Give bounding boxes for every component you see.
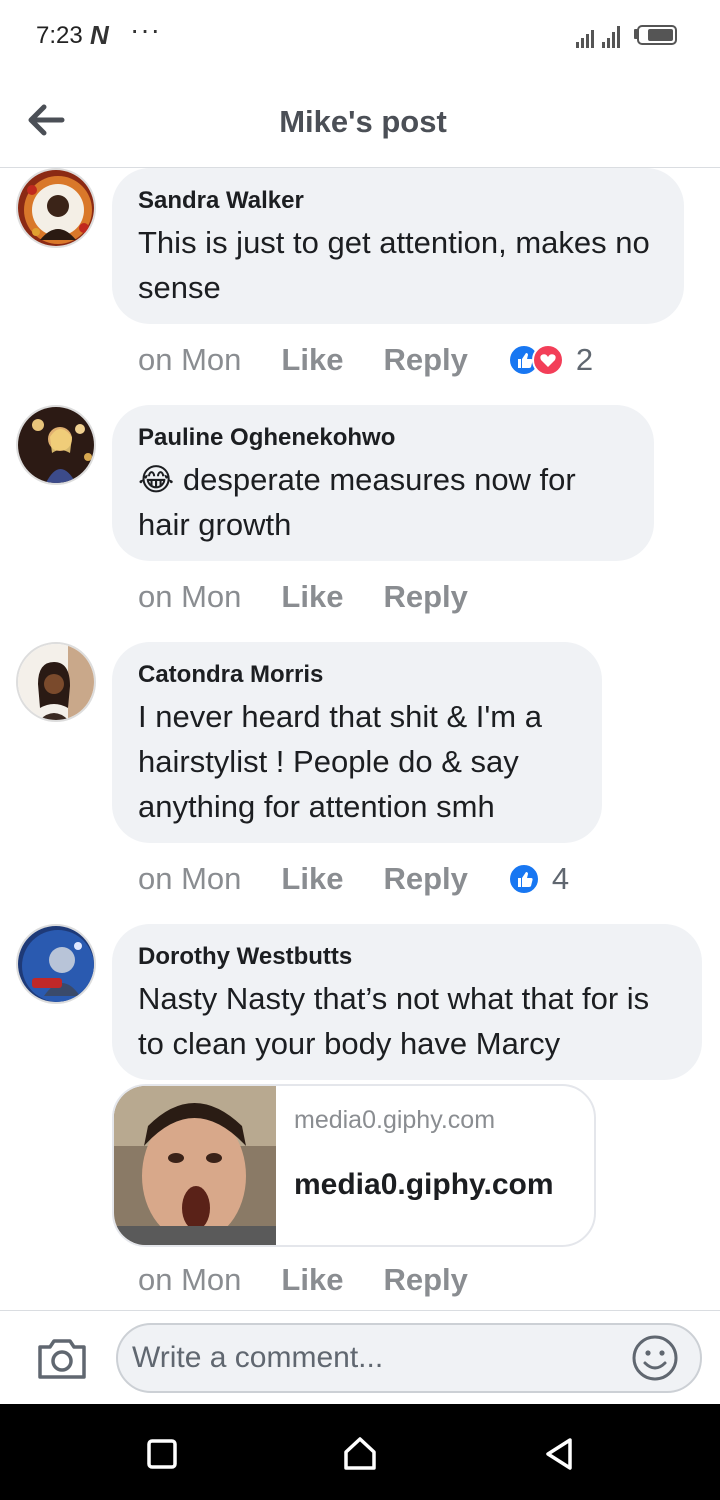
reaction-count: 2 xyxy=(575,342,594,377)
like-button[interactable]: Like xyxy=(281,579,343,615)
comment-actions: on Mon Like Reply xyxy=(138,577,508,617)
emoji-button[interactable] xyxy=(630,1333,680,1383)
triangle-back-icon xyxy=(546,1438,572,1470)
comment-author[interactable]: Dorothy Westbutts xyxy=(138,942,676,972)
reply-button[interactable]: Reply xyxy=(383,579,467,615)
avatar[interactable] xyxy=(16,168,96,248)
comment-timestamp[interactable]: on Mon xyxy=(138,861,241,897)
comment-author[interactable]: Sandra Walker xyxy=(138,186,658,216)
reply-button[interactable]: Reply xyxy=(383,1262,467,1298)
link-preview-thumbnail xyxy=(114,1086,276,1245)
like-button[interactable]: Like xyxy=(281,1262,343,1298)
link-preview-title: media0.giphy.com xyxy=(294,1168,554,1201)
app-notification-icon: N xyxy=(90,20,109,50)
comment-timestamp[interactable]: on Mon xyxy=(138,342,241,378)
comment-actions: on Mon Like Reply 2 xyxy=(138,340,593,380)
home-icon xyxy=(344,1437,376,1470)
laughing-emoji-icon: 😂 xyxy=(138,462,175,497)
avatar[interactable] xyxy=(16,642,96,722)
status-time: 7:23 xyxy=(36,22,83,49)
like-button[interactable]: Like xyxy=(281,342,343,378)
status-bar: 7:23 N ··· xyxy=(0,0,720,72)
comment-text-body: desperate measures now for hair growth xyxy=(138,462,576,542)
comment-actions: on Mon Like Reply xyxy=(138,1260,508,1300)
avatar[interactable] xyxy=(16,405,96,485)
comment-author[interactable]: Pauline Oghenekohwo xyxy=(138,423,628,453)
comment-text: Nasty Nasty that’s not what that for is … xyxy=(138,981,650,1061)
reply-button[interactable]: Reply xyxy=(383,342,467,378)
smiley-icon xyxy=(632,1335,678,1381)
comment-actions: on Mon Like Reply 4 xyxy=(138,859,569,899)
signal-icon xyxy=(576,30,594,48)
comment-composer xyxy=(0,1310,720,1404)
avatar[interactable] xyxy=(16,924,96,1004)
signal-icon-2 xyxy=(602,26,620,48)
recents-button[interactable] xyxy=(142,1434,182,1474)
battery-icon xyxy=(634,25,677,45)
comment-bubble: Dorothy Westbutts Nasty Nasty that’s not… xyxy=(112,924,702,1080)
more-notifications-icon: ··· xyxy=(130,14,161,45)
comment-bubble: Pauline Oghenekohwo 😂 desperate measures… xyxy=(112,405,654,561)
comment-timestamp[interactable]: on Mon xyxy=(138,579,241,615)
comment-text: I never heard that shit & I'm a hairstyl… xyxy=(138,699,542,824)
page-title: Mike's post xyxy=(279,104,447,139)
comment-text: 😂 desperate measures now for hair growth xyxy=(138,457,628,547)
system-nav-bar xyxy=(0,1404,720,1500)
camera-button[interactable] xyxy=(36,1335,88,1381)
square-icon xyxy=(147,1439,177,1469)
comment-input[interactable] xyxy=(116,1323,702,1393)
link-preview-domain: media0.giphy.com xyxy=(294,1106,496,1134)
comment-author[interactable]: Catondra Morris xyxy=(138,660,576,690)
comment-text: This is just to get attention, makes no … xyxy=(138,225,650,305)
reaction-count: 4 xyxy=(551,861,570,896)
camera-icon xyxy=(38,1339,86,1379)
comment-bubble: Catondra Morris I never heard that shit … xyxy=(112,642,602,843)
like-button[interactable]: Like xyxy=(281,861,343,897)
link-preview-card[interactable]: media0.giphy.com media0.giphy.com xyxy=(112,1084,596,1247)
home-button[interactable] xyxy=(340,1434,380,1474)
reply-button[interactable]: Reply xyxy=(383,861,467,897)
love-reaction-icon xyxy=(531,344,564,376)
reactions-summary[interactable]: 4 xyxy=(507,861,570,897)
back-nav-button[interactable] xyxy=(540,1434,580,1474)
status-icons xyxy=(576,22,696,57)
like-reaction-icon xyxy=(507,863,540,895)
comment-bubble: Sandra Walker This is just to get attent… xyxy=(112,168,684,324)
reactions-summary[interactable]: 2 xyxy=(507,342,594,378)
comment-timestamp[interactable]: on Mon xyxy=(138,1262,241,1298)
post-header: Mike's post xyxy=(0,72,720,168)
